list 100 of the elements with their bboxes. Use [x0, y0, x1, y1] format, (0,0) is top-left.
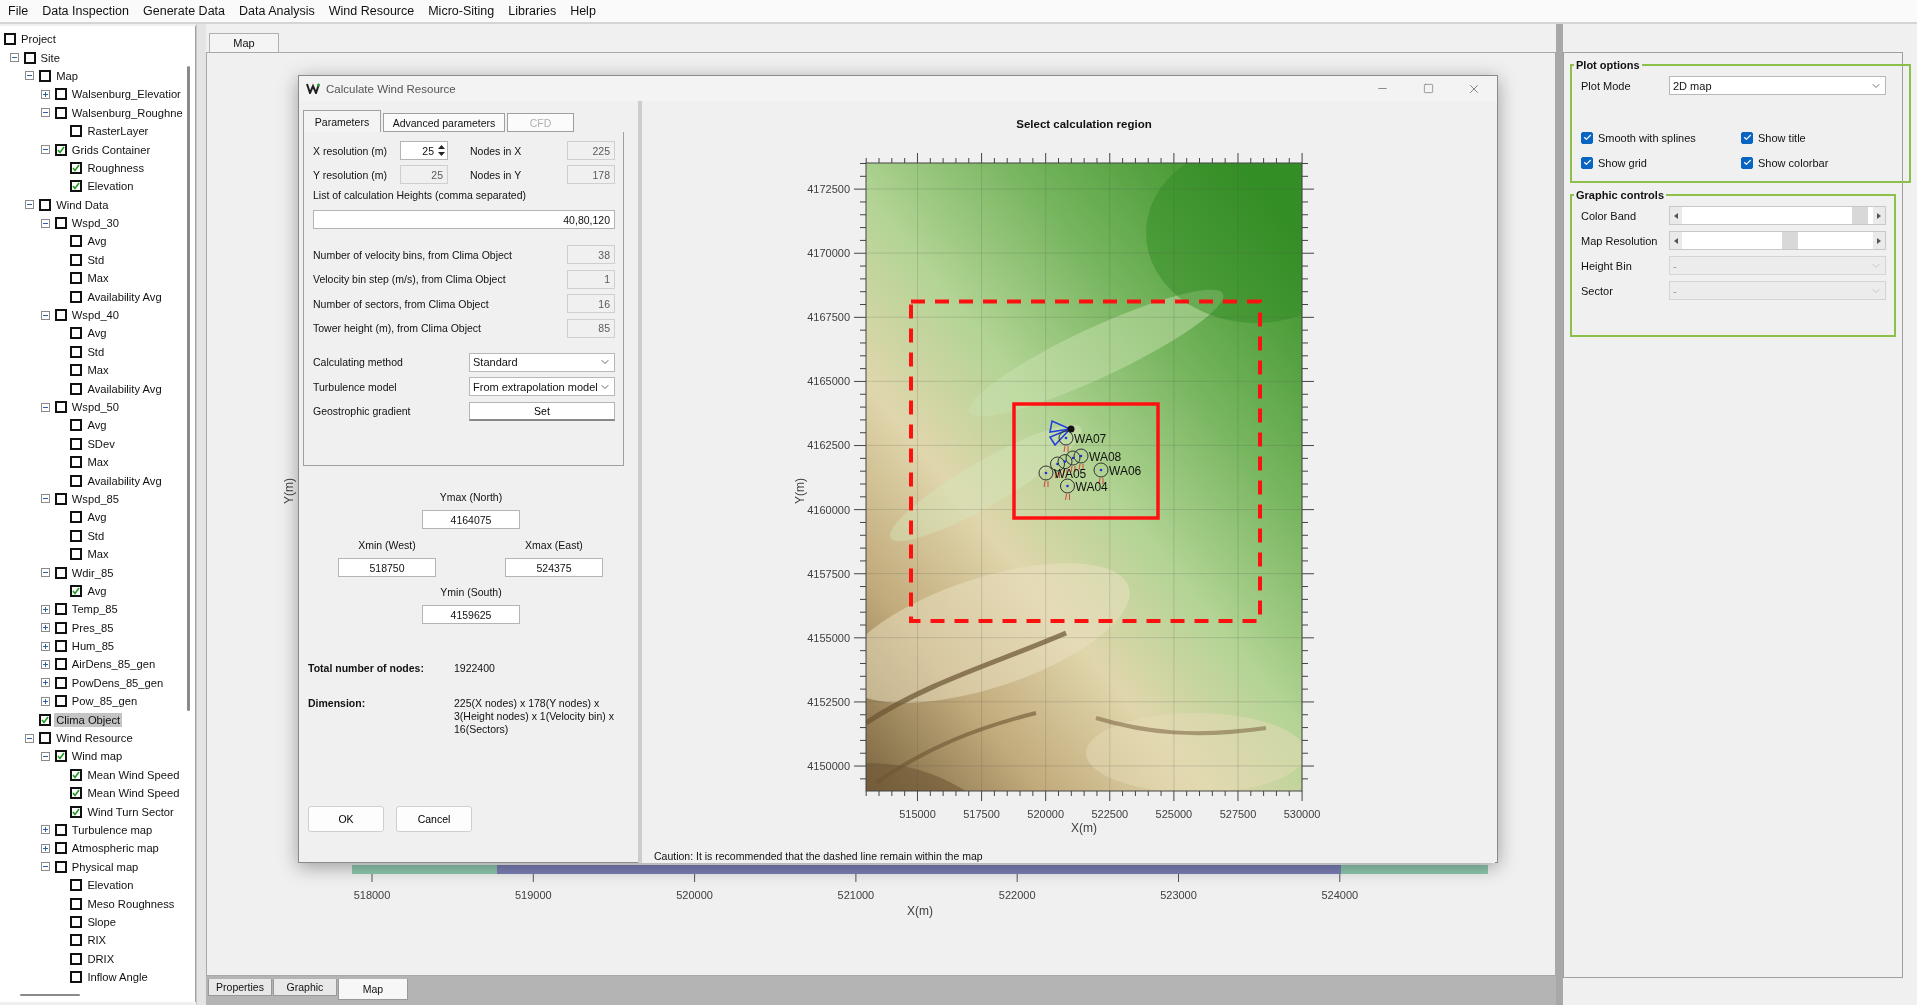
- checkbox[interactable]: [54, 842, 67, 855]
- tree-item[interactable]: Meso Roughness: [85, 896, 177, 911]
- menu-item[interactable]: Help: [563, 4, 603, 18]
- checkbox[interactable]: [70, 787, 83, 800]
- checkbox[interactable]: [1581, 156, 1593, 169]
- dropdown[interactable]: Standard: [469, 352, 615, 372]
- checkbox[interactable]: [54, 492, 67, 505]
- slider[interactable]: [1669, 206, 1886, 225]
- tree-item[interactable]: Max: [85, 271, 111, 286]
- plus-box-icon[interactable]: [40, 678, 50, 688]
- minus-box-icon[interactable]: [40, 402, 50, 412]
- checkbox[interactable]: [54, 750, 67, 763]
- cancel-button[interactable]: Cancel: [396, 806, 472, 832]
- checkbox[interactable]: [1581, 131, 1593, 144]
- checkbox[interactable]: [1741, 131, 1753, 144]
- spin-field[interactable]: 25: [400, 141, 448, 160]
- slider-thumb[interactable]: [1851, 207, 1868, 224]
- input-field[interactable]: 38: [567, 245, 615, 264]
- input-field[interactable]: 25: [400, 165, 448, 184]
- checkbox[interactable]: [70, 437, 83, 450]
- scroll-left-button[interactable]: [1670, 232, 1682, 249]
- checkbox[interactable]: [54, 88, 67, 101]
- checkbox[interactable]: [70, 382, 83, 395]
- input-field[interactable]: 85: [567, 318, 615, 338]
- checkbox[interactable]: [39, 713, 52, 726]
- checkbox[interactable]: [70, 952, 83, 965]
- tree-item[interactable]: DRIX: [85, 951, 117, 966]
- checkbox[interactable]: [70, 364, 83, 377]
- scrollbar[interactable]: [20, 994, 80, 996]
- checkbox[interactable]: [70, 584, 83, 597]
- checkbox[interactable]: [70, 474, 83, 487]
- checkbox[interactable]: [70, 879, 83, 892]
- minus-box-icon[interactable]: [9, 53, 19, 63]
- slider-thumb[interactable]: [1781, 232, 1798, 249]
- tab[interactable]: Properties: [208, 979, 272, 996]
- checkbox[interactable]: [54, 603, 67, 616]
- checkbox[interactable]: [39, 198, 52, 211]
- spin-arrows-icon[interactable]: [437, 143, 446, 158]
- tree-item[interactable]: Max: [85, 455, 111, 470]
- tree-item[interactable]: Availability Avg: [85, 473, 164, 488]
- tree-item[interactable]: Availability Avg: [85, 381, 164, 396]
- set-button[interactable]: Set: [469, 401, 615, 421]
- scroll-right-button[interactable]: [1873, 207, 1885, 224]
- scrollbar[interactable]: [187, 66, 190, 711]
- plus-box-icon[interactable]: [40, 623, 50, 633]
- plus-box-icon[interactable]: [40, 659, 50, 669]
- checkbox[interactable]: [70, 971, 83, 984]
- tree-item[interactable]: Roughness: [85, 160, 146, 175]
- checkbox[interactable]: [54, 676, 67, 689]
- tree-item[interactable]: AirDens_85_gen: [69, 657, 158, 672]
- menu-item[interactable]: Micro-Siting: [421, 4, 502, 18]
- tree-item[interactable]: Avg: [85, 510, 109, 525]
- tree-item[interactable]: SDev: [85, 436, 117, 451]
- checkbox[interactable]: [54, 309, 67, 322]
- scroll-right-button[interactable]: [1873, 232, 1885, 249]
- tree-item[interactable]: Elevation: [85, 179, 136, 194]
- menu-item[interactable]: Wind Resource: [321, 4, 422, 18]
- tree-item[interactable]: Availability Avg: [85, 289, 164, 304]
- tree-item[interactable]: Mean Wind Speed: [85, 767, 182, 782]
- tree-item[interactable]: PowDens_85_gen: [69, 675, 166, 690]
- ok-button[interactable]: OK: [308, 806, 384, 832]
- checkbox[interactable]: [4, 33, 16, 46]
- tree-item[interactable]: Max: [85, 363, 111, 378]
- tree-item[interactable]: Atmospheric map: [69, 841, 161, 856]
- checkbox[interactable]: [70, 456, 83, 469]
- tree-item[interactable]: Project: [19, 32, 58, 47]
- tree-item[interactable]: Avg: [85, 583, 109, 598]
- minus-box-icon[interactable]: [25, 200, 35, 210]
- tab[interactable]: Map: [209, 33, 279, 52]
- tree-item[interactable]: Wspd_85: [69, 491, 122, 506]
- checkbox[interactable]: [54, 566, 67, 579]
- tree-item[interactable]: Elevation: [85, 878, 136, 893]
- minus-box-icon[interactable]: [40, 108, 50, 118]
- tree-item[interactable]: Avg: [85, 418, 109, 433]
- minus-box-icon[interactable]: [40, 494, 50, 504]
- checkbox[interactable]: [39, 732, 52, 745]
- minus-box-icon[interactable]: [40, 145, 50, 155]
- checkbox[interactable]: [54, 106, 67, 119]
- checkbox[interactable]: [1741, 156, 1753, 169]
- checkbox[interactable]: [54, 695, 67, 708]
- checkbox[interactable]: [70, 768, 83, 781]
- checkbox[interactable]: [70, 419, 83, 432]
- checkbox[interactable]: [70, 529, 83, 542]
- checkbox[interactable]: [70, 235, 83, 248]
- tree-item[interactable]: Avg: [85, 234, 109, 249]
- tree-item[interactable]: Clima Object: [54, 712, 123, 727]
- tab[interactable]: Parameters: [303, 110, 381, 132]
- input-field[interactable]: 4159625: [422, 605, 520, 624]
- input-field[interactable]: 518750: [338, 558, 436, 577]
- tree-item[interactable]: Std: [85, 252, 107, 267]
- dropdown[interactable]: 2D map: [1669, 76, 1886, 95]
- tree-item[interactable]: Walsenburg_Elevatior: [69, 87, 183, 102]
- tree-item[interactable]: Wind Resource: [54, 731, 135, 746]
- tab[interactable]: Advanced parameters: [383, 113, 505, 132]
- plus-box-icon[interactable]: [40, 825, 50, 835]
- checkbox[interactable]: [70, 327, 83, 340]
- tree-item[interactable]: Site: [38, 50, 62, 65]
- minus-box-icon[interactable]: [25, 733, 35, 743]
- checkbox[interactable]: [54, 143, 67, 156]
- checkbox[interactable]: [70, 290, 83, 303]
